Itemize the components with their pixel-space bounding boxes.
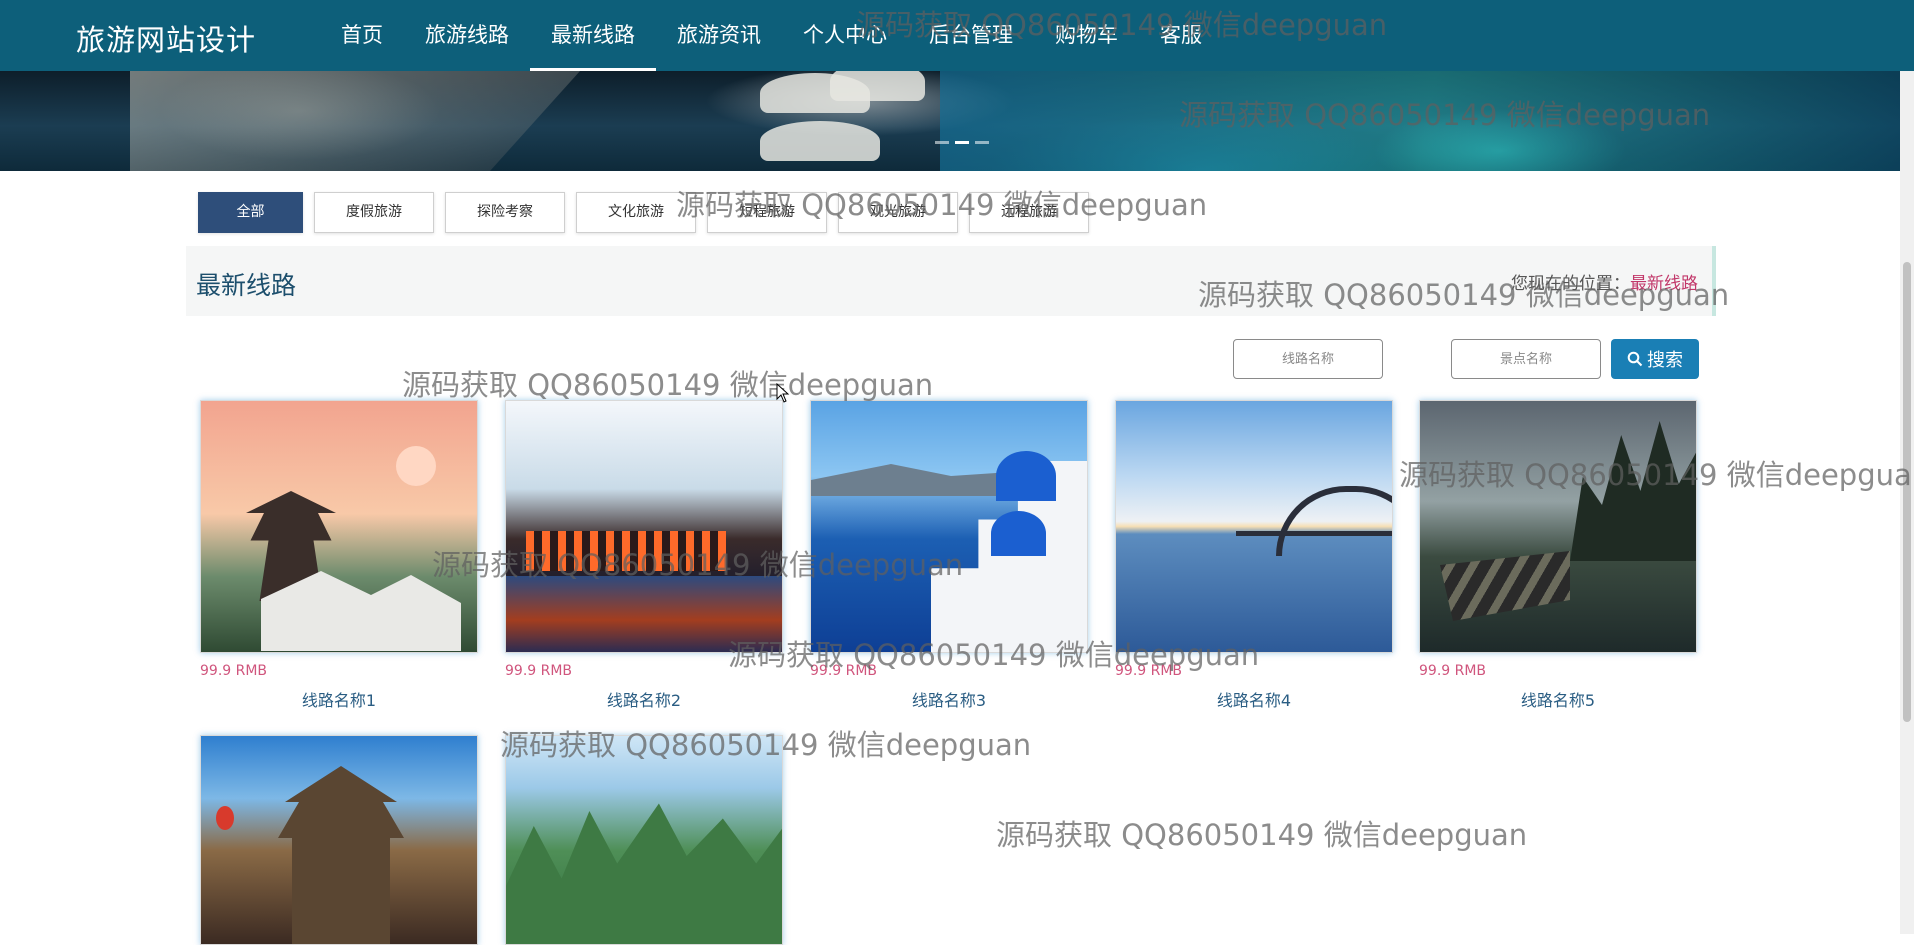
nav-latest-routes[interactable]: 最新线路 — [530, 0, 656, 71]
nav-home[interactable]: 首页 — [320, 0, 404, 71]
route-price: 99.9 RMB — [200, 663, 268, 679]
route-card-image[interactable] — [200, 735, 478, 945]
main-nav: 首页 旅游线路 最新线路 旅游资讯 个人中心 后台管理 购物车 客服 — [320, 0, 1223, 71]
route-card[interactable]: 99.9 RMB 线路名称1 — [200, 400, 478, 711]
route-name[interactable]: 线路名称2 — [505, 687, 783, 711]
route-price: 99.9 RMB — [810, 663, 878, 679]
route-card[interactable]: 99.9 RMB 线路名称4 — [1115, 400, 1393, 711]
spot-name-input[interactable] — [1451, 339, 1601, 379]
filter-adventure[interactable]: 探险考察 — [445, 192, 565, 233]
carousel-dot[interactable] — [975, 141, 989, 144]
nav-user-center[interactable]: 个人中心 — [782, 0, 908, 71]
nav-support[interactable]: 客服 — [1139, 0, 1223, 71]
nav-admin[interactable]: 后台管理 — [908, 0, 1034, 71]
carousel-indicators — [935, 141, 989, 144]
nav-news[interactable]: 旅游资讯 — [656, 0, 782, 71]
route-card-image[interactable] — [505, 735, 783, 945]
filter-long-trip[interactable]: 远程旅游 — [969, 192, 1089, 233]
route-price: 99.9 RMB — [1419, 663, 1487, 679]
route-card-image[interactable] — [1115, 400, 1393, 653]
mouse-cursor-icon — [776, 383, 790, 403]
banner-umbrella — [760, 121, 880, 161]
route-card-image[interactable] — [1419, 400, 1697, 653]
route-price: 99.9 RMB — [1115, 663, 1183, 679]
route-card[interactable] — [200, 735, 478, 945]
scrollbar-thumb[interactable] — [1903, 262, 1911, 722]
breadcrumb: 您现在的位置：最新线路 — [1511, 269, 1698, 294]
search-button[interactable]: 搜索 — [1611, 339, 1699, 379]
watermark-text: 源码获取 QQ86050149 微信deepguan — [996, 818, 1528, 852]
breadcrumb-current[interactable]: 最新线路 — [1630, 274, 1698, 294]
route-card[interactable]: 99.9 RMB 线路名称2 — [505, 400, 783, 711]
search-icon — [1627, 351, 1643, 367]
route-name[interactable]: 线路名称5 — [1419, 687, 1697, 711]
site-brand[interactable]: 旅游网站设计 — [76, 17, 256, 59]
route-name[interactable]: 线路名称1 — [200, 687, 478, 711]
route-name-input[interactable] — [1233, 339, 1383, 379]
watermark-text: 源码获取 QQ86050149 微信deepguan — [402, 368, 934, 402]
filter-all[interactable]: 全部 — [198, 192, 303, 233]
carousel-dot-active[interactable] — [955, 141, 969, 144]
category-filters: 全部 度假旅游 探险考察 文化旅游 短程旅游 观光旅游 远程旅游 — [198, 192, 1089, 233]
route-name[interactable]: 线路名称4 — [1115, 687, 1393, 711]
section-header: 最新线路 您现在的位置：最新线路 — [186, 246, 1716, 316]
filter-short-trip[interactable]: 短程旅游 — [707, 192, 827, 233]
route-name[interactable]: 线路名称3 — [810, 687, 1088, 711]
banner-image-pool — [940, 71, 1914, 171]
route-card[interactable]: 99.9 RMB 线路名称3 — [810, 400, 1088, 711]
filter-vacation[interactable]: 度假旅游 — [314, 192, 434, 233]
page-title: 最新线路 — [196, 271, 297, 300]
route-card-image[interactable] — [505, 400, 783, 653]
route-price: 99.9 RMB — [505, 663, 573, 679]
route-card[interactable]: 99.9 RMB 线路名称5 — [1419, 400, 1697, 711]
route-card[interactable] — [505, 735, 783, 945]
filter-sightseeing[interactable]: 观光旅游 — [838, 192, 958, 233]
search-button-label: 搜索 — [1647, 350, 1683, 371]
banner-image-shore — [130, 71, 580, 171]
filter-culture[interactable]: 文化旅游 — [576, 192, 696, 233]
carousel-dot[interactable] — [935, 141, 949, 144]
nav-cart[interactable]: 购物车 — [1034, 0, 1139, 71]
top-navbar: 旅游网站设计 首页 旅游线路 最新线路 旅游资讯 个人中心 后台管理 购物车 客… — [0, 0, 1914, 71]
route-card-image[interactable] — [810, 400, 1088, 653]
banner-umbrella — [830, 71, 925, 101]
page-scrollbar[interactable] — [1900, 0, 1914, 934]
breadcrumb-prefix: 您现在的位置： — [1511, 274, 1630, 294]
route-card-image[interactable] — [200, 400, 478, 653]
banner-carousel[interactable] — [0, 71, 1914, 171]
nav-routes[interactable]: 旅游线路 — [404, 0, 530, 71]
